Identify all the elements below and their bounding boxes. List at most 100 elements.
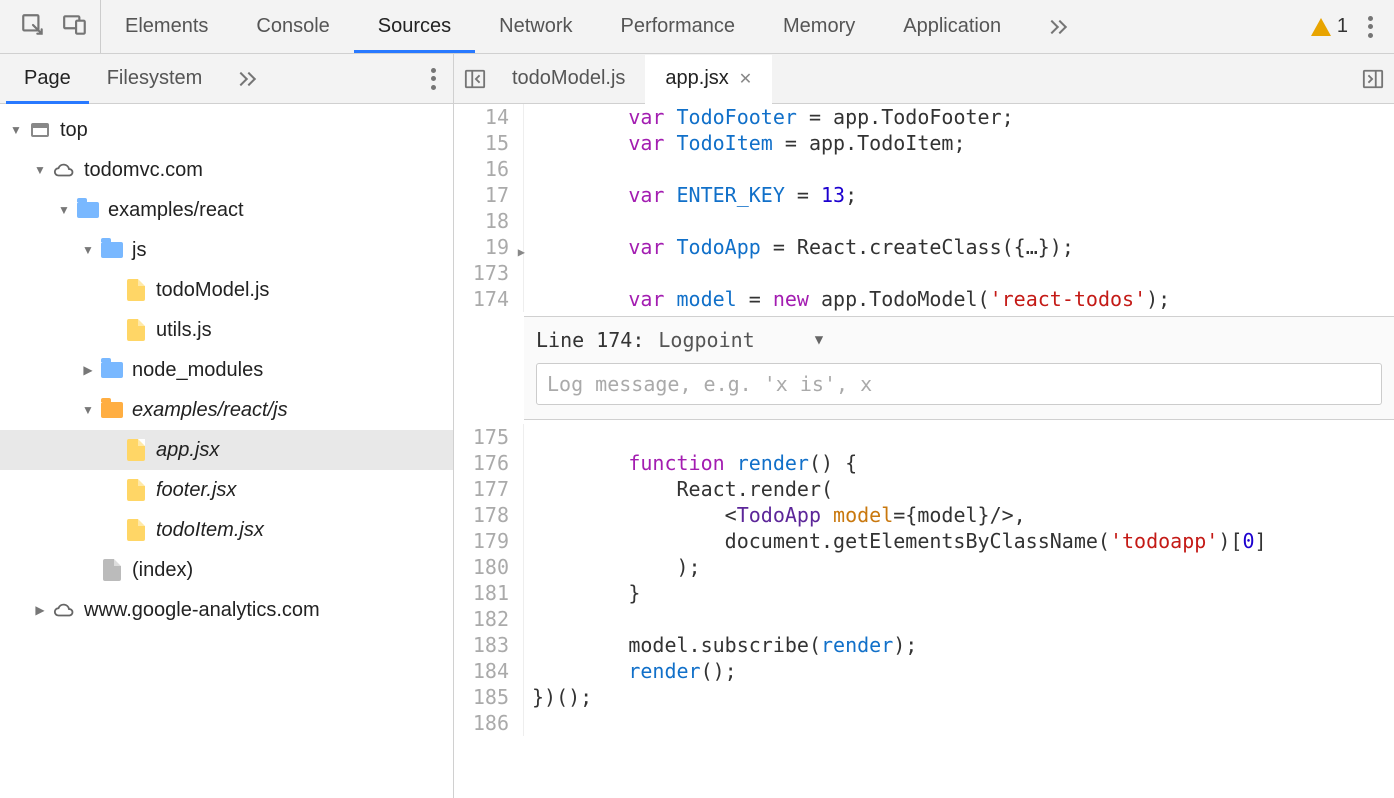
chevron-down-icon[interactable] xyxy=(56,203,72,217)
breakpoint-type-select[interactable]: Logpoint ▼ xyxy=(658,327,823,353)
tree-label: todomvc.com xyxy=(84,159,203,182)
file-tab-label: todoModel.js xyxy=(512,67,625,90)
tree-label: footer.jsx xyxy=(156,479,236,502)
tree-file-footer[interactable]: footer.jsx xyxy=(0,470,453,510)
file-icon xyxy=(124,478,148,502)
tree-file-utils[interactable]: utils.js xyxy=(0,310,453,350)
chevron-down-icon[interactable] xyxy=(8,123,24,137)
line-number[interactable]: 182 xyxy=(454,606,524,632)
main-area: Page Filesystem top todomvc.com examples… xyxy=(0,54,1394,798)
breakpoint-type-value: Logpoint xyxy=(658,327,754,353)
file-icon xyxy=(100,558,124,582)
tree-file-todoitem[interactable]: todoItem.jsx xyxy=(0,510,453,550)
line-number[interactable]: 186 xyxy=(454,710,524,736)
tree-label: examples/react/js xyxy=(132,399,288,422)
tree-file-app[interactable]: app.jsx xyxy=(0,430,453,470)
file-tab-app[interactable]: app.jsx ✕ xyxy=(645,55,772,104)
line-number[interactable]: 179 xyxy=(454,528,524,554)
breakpoint-editor: Line 174: Logpoint ▼ xyxy=(524,316,1394,420)
tree-label: examples/react xyxy=(108,199,244,222)
tree-folder-js[interactable]: js xyxy=(0,230,453,270)
tree-domain[interactable]: todomvc.com xyxy=(0,150,453,190)
tree-label: www.google-analytics.com xyxy=(84,599,320,622)
warning-icon xyxy=(1311,18,1331,36)
chevron-down-icon[interactable] xyxy=(32,163,48,177)
line-number[interactable]: 185 xyxy=(454,684,524,710)
tree-label: top xyxy=(60,119,88,142)
line-number[interactable]: 177 xyxy=(454,476,524,502)
chevron-down-icon[interactable] xyxy=(80,243,96,257)
line-number[interactable]: 19▶ xyxy=(454,234,524,260)
more-tabs-icon[interactable] xyxy=(1025,0,1089,53)
tree-folder-nodemodules[interactable]: node_modules xyxy=(0,350,453,390)
file-icon xyxy=(124,518,148,542)
tab-elements[interactable]: Elements xyxy=(101,0,232,53)
sidebar-tab-page[interactable]: Page xyxy=(6,54,89,103)
folder-icon xyxy=(76,198,100,222)
warning-count[interactable]: 1 xyxy=(1311,15,1348,38)
tree-file-index[interactable]: (index) xyxy=(0,550,453,590)
chevron-down-icon[interactable] xyxy=(80,403,96,417)
sidebar-tabs: Page Filesystem xyxy=(0,54,453,104)
tab-performance[interactable]: Performance xyxy=(597,0,760,53)
logpoint-expression-input[interactable] xyxy=(536,363,1382,405)
show-navigator-icon[interactable] xyxy=(458,62,492,96)
tree-label: utils.js xyxy=(156,319,212,342)
line-number[interactable]: 175 xyxy=(454,424,524,450)
toolbar-left-icons xyxy=(8,0,101,53)
sidebar-menu-icon[interactable] xyxy=(431,68,437,90)
line-number[interactable]: 174 xyxy=(454,286,524,312)
line-number[interactable]: 184 xyxy=(454,658,524,684)
line-number[interactable]: 176 xyxy=(454,450,524,476)
sidebar-tab-filesystem[interactable]: Filesystem xyxy=(89,54,221,103)
tree-folder-reactjs[interactable]: examples/react/js xyxy=(0,390,453,430)
tab-sources[interactable]: Sources xyxy=(354,0,475,53)
editor-pane: todoModel.js app.jsx ✕ 14 var TodoFooter… xyxy=(454,54,1394,798)
line-number[interactable]: 15 xyxy=(454,130,524,156)
tree-top[interactable]: top xyxy=(0,110,453,150)
line-number[interactable]: 18 xyxy=(454,208,524,234)
file-tree: top todomvc.com examples/react js todoMo… xyxy=(0,104,453,798)
tree-label: js xyxy=(132,239,146,262)
settings-menu-icon[interactable] xyxy=(1368,16,1374,38)
inspect-element-icon[interactable] xyxy=(20,12,46,41)
device-toggle-icon[interactable] xyxy=(62,12,88,41)
tab-console[interactable]: Console xyxy=(232,0,353,53)
chevron-down-icon: ▼ xyxy=(815,327,823,353)
show-debugger-icon[interactable] xyxy=(1356,62,1390,96)
editor-tabbar: todoModel.js app.jsx ✕ xyxy=(454,54,1394,104)
tree-folder-examples-react[interactable]: examples/react xyxy=(0,190,453,230)
line-number[interactable]: 183 xyxy=(454,632,524,658)
tab-application[interactable]: Application xyxy=(879,0,1025,53)
close-icon[interactable]: ✕ xyxy=(739,69,752,89)
line-number[interactable]: 16 xyxy=(454,156,524,182)
sidebar-more-tabs-icon[interactable] xyxy=(220,54,272,103)
devtools-toolbar: Elements Console Sources Network Perform… xyxy=(0,0,1394,54)
devtools-panel-tabs: Elements Console Sources Network Perform… xyxy=(101,0,1311,53)
cloud-icon xyxy=(52,158,76,182)
chevron-right-icon[interactable] xyxy=(32,603,48,617)
logpoint-line-label: Line 174: xyxy=(536,327,644,353)
tree-file-todomodel[interactable]: todoModel.js xyxy=(0,270,453,310)
line-number[interactable]: 180 xyxy=(454,554,524,580)
toolbar-right: 1 xyxy=(1311,15,1386,38)
file-tab-label: app.jsx xyxy=(665,67,728,90)
line-number[interactable]: 178 xyxy=(454,502,524,528)
file-tab-todomodel[interactable]: todoModel.js xyxy=(492,54,645,103)
line-number[interactable]: 17 xyxy=(454,182,524,208)
folder-icon xyxy=(100,398,124,422)
chevron-right-icon[interactable] xyxy=(80,363,96,377)
code-editor[interactable]: 14 var TodoFooter = app.TodoFooter; 15 v… xyxy=(454,104,1394,798)
folder-icon xyxy=(100,358,124,382)
tab-memory[interactable]: Memory xyxy=(759,0,879,53)
line-number[interactable]: 173 xyxy=(454,260,524,286)
line-number[interactable]: 14 xyxy=(454,104,524,130)
file-icon xyxy=(124,318,148,342)
tree-domain-ga[interactable]: www.google-analytics.com xyxy=(0,590,453,630)
tree-label: (index) xyxy=(132,559,193,582)
tab-network[interactable]: Network xyxy=(475,0,596,53)
window-icon xyxy=(28,118,52,142)
line-number[interactable]: 181 xyxy=(454,580,524,606)
warning-count-value: 1 xyxy=(1337,15,1348,38)
tree-label: todoItem.jsx xyxy=(156,519,264,542)
